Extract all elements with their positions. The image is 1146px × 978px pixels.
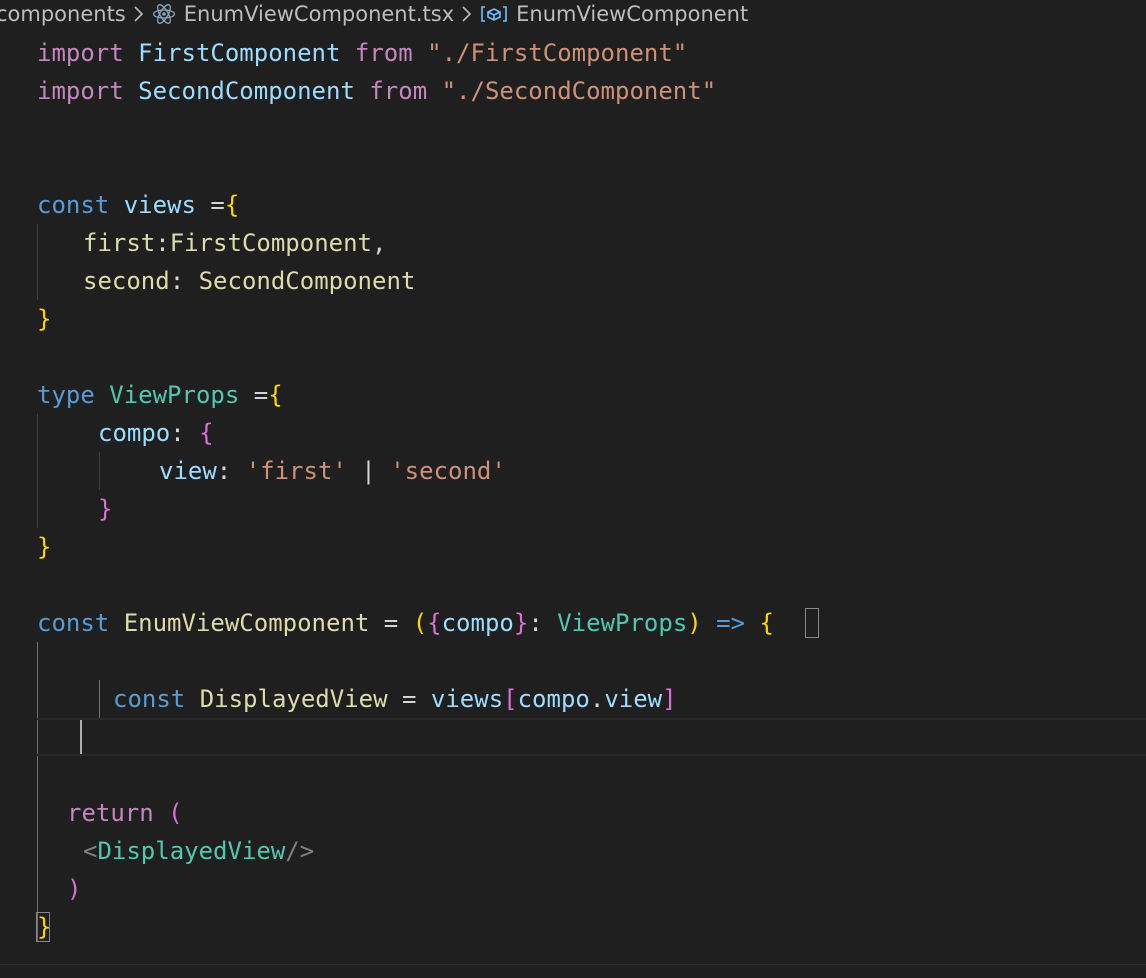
code-line: import SecondComponent from "./SecondCom… (37, 72, 716, 110)
token-property: view (159, 457, 217, 485)
code-line: second: SecondComponent (83, 262, 415, 300)
code-line: <DisplayedView/> (83, 832, 314, 870)
code-line: ) (67, 870, 81, 908)
token-paren: ) (687, 609, 702, 637)
token-keyword: const (37, 609, 110, 637)
chevron-right-icon (460, 5, 472, 23)
code-line: compo: { (98, 414, 214, 452)
variable-icon (480, 4, 508, 24)
token-brace-matched: { (759, 609, 774, 637)
indent-guide (99, 680, 100, 718)
code-line: const DisplayedView = views[compo.view] (113, 680, 677, 718)
breadcrumb-folder[interactable]: components (0, 2, 126, 26)
token-operator: = (195, 191, 225, 219)
code-editor[interactable]: import FirstComponent from "./FirstCompo… (0, 34, 1146, 978)
token-string: "./SecondComponent" (441, 77, 717, 105)
token-keyword: import (37, 77, 124, 105)
token-bracket: [ (503, 685, 518, 713)
code-line: import FirstComponent from "./FirstCompo… (37, 34, 687, 72)
token-identifier: compo (517, 685, 590, 713)
token-tag-bracket: < (83, 837, 98, 865)
token-punct: : (216, 457, 246, 485)
indent-guide (37, 224, 38, 300)
code-line: return ( (67, 794, 183, 832)
token-identifier: DisplayedView (199, 685, 388, 713)
code-line: } (37, 300, 51, 338)
token-brace: } (37, 533, 52, 561)
code-line: type ViewProps ={ (37, 376, 283, 414)
token-paren: ( (412, 609, 428, 637)
token-operator: = (387, 685, 431, 713)
token-punct: : (170, 419, 200, 447)
token-identifier: FirstComponent (169, 229, 372, 257)
bracket-match-box (36, 912, 50, 942)
token-brace: { (427, 609, 442, 637)
token-operator: | (346, 457, 391, 485)
token-tag-bracket: /> (285, 837, 315, 865)
token-punct: : (169, 267, 199, 295)
token-punct: : (155, 229, 170, 257)
token-identifier: SecondComponent (198, 267, 416, 295)
divider (0, 964, 1146, 965)
token-keyword: const (37, 191, 110, 219)
breadcrumb: components EnumViewComponent.tsx EnumVie… (0, 0, 1146, 28)
code-line: } (98, 490, 112, 528)
code-line: view: 'first' | 'second' (159, 452, 506, 490)
token-identifier: views (123, 191, 196, 219)
indent-guide (37, 414, 38, 528)
token-punct: , (372, 229, 387, 257)
text-cursor (80, 720, 82, 754)
token-string: "./FirstComponent" (427, 39, 688, 67)
token-property: view (604, 685, 663, 713)
token-identifier: FirstComponent (138, 39, 341, 67)
token-brace: } (98, 495, 113, 523)
indent-guide (99, 452, 100, 490)
token-parameter: compo (441, 609, 514, 637)
token-keyword: from (369, 77, 428, 105)
token-brace: } (513, 609, 529, 637)
code-line: first:FirstComponent, (83, 224, 386, 262)
token-brace: { (268, 381, 283, 409)
token-punct: : (528, 609, 558, 637)
token-string: 'second' (390, 457, 506, 485)
token-keyword: import (37, 39, 124, 67)
token-brace: { (224, 191, 240, 219)
token-brace: { (199, 419, 214, 447)
bracket-match-box (805, 608, 819, 638)
current-line-highlight (37, 718, 1146, 756)
token-paren: ( (168, 799, 183, 827)
breadcrumb-symbol[interactable]: EnumViewComponent (480, 2, 748, 26)
token-type: ViewProps (109, 381, 240, 409)
code-line: } (37, 528, 51, 566)
code-line: const EnumViewComponent = ({compo}: View… (37, 604, 774, 642)
token-brace: } (37, 305, 52, 333)
token-keyword: return (67, 799, 154, 827)
token-property: compo (98, 419, 171, 447)
breadcrumb-symbol-label: EnumViewComponent (516, 2, 749, 26)
token-arrow: => (701, 609, 760, 637)
token-keyword: const (113, 685, 186, 713)
chevron-right-icon (132, 5, 144, 23)
token-string: 'first' (245, 457, 347, 485)
react-icon (152, 3, 176, 25)
token-type: ViewProps (557, 609, 688, 637)
token-function: EnumViewComponent (123, 609, 370, 637)
token-identifier: SecondComponent (138, 77, 355, 105)
code-line: const views ={ (37, 186, 239, 224)
indent-guide-active (37, 642, 38, 942)
token-punct: . (589, 685, 605, 713)
token-operator: = (239, 381, 269, 409)
token-operator: = (369, 609, 413, 637)
token-identifier: views (430, 685, 504, 713)
token-keyword: from (354, 39, 413, 67)
token-property: first (83, 229, 156, 257)
token-property: second (83, 267, 170, 295)
breadcrumb-file[interactable]: EnumViewComponent.tsx (152, 2, 454, 26)
breadcrumb-file-label: EnumViewComponent.tsx (183, 2, 455, 26)
token-keyword: type (37, 381, 95, 409)
token-tag: DisplayedView (97, 837, 286, 865)
token-bracket: ] (662, 685, 677, 713)
token-paren: ) (67, 875, 82, 903)
